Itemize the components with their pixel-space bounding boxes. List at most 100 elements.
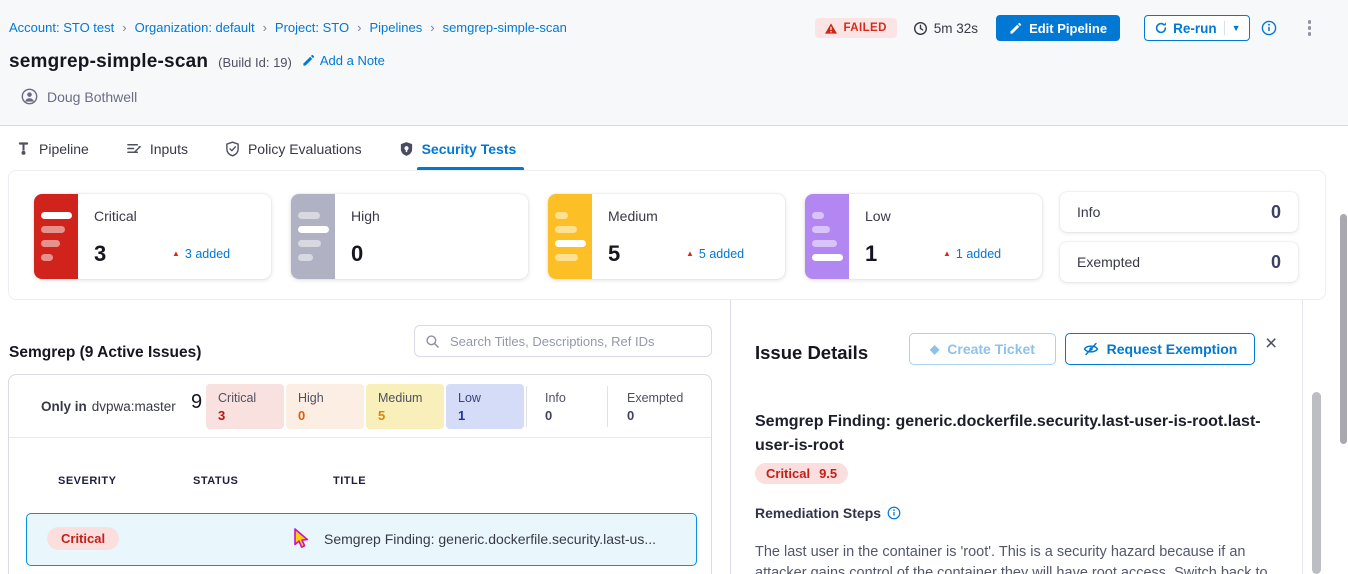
user-name: Doug Bothwell <box>47 89 137 105</box>
search-input[interactable] <box>448 333 701 350</box>
info-icon <box>1261 20 1277 36</box>
triangle-up-icon: ▲ <box>686 249 694 258</box>
high-severity-bars-icon <box>291 194 335 279</box>
page-header: Account: STO test › Organization: defaul… <box>0 0 1348 126</box>
request-exemption-button[interactable]: Request Exemption <box>1065 333 1255 365</box>
severity-card-high[interactable]: High 0 <box>291 194 528 279</box>
issue-row-selected[interactable]: Critical Semgrep Finding: generic.docker… <box>26 513 697 566</box>
severity-card-count: 0 <box>1271 252 1281 273</box>
chevron-down-icon[interactable]: ▼ <box>1224 21 1243 35</box>
breadcrumb-organization[interactable]: Organization: default <box>135 20 255 35</box>
filter-pill-high[interactable]: High 0 <box>286 384 364 429</box>
filter-pill-critical[interactable]: Critical 3 <box>206 384 284 429</box>
issue-row-title: Semgrep Finding: generic.dockerfile.secu… <box>324 531 656 547</box>
more-options-kebab-menu[interactable] <box>1305 17 1315 39</box>
diamond-icon: ◆ <box>930 342 939 356</box>
breadcrumb-pipelines[interactable]: Pipelines <box>369 20 422 35</box>
severity-card-low[interactable]: Low 1 ▲1 added <box>805 194 1042 279</box>
request-exemption-label: Request Exemption <box>1107 341 1238 357</box>
user-icon <box>21 88 38 105</box>
severity-card-label: High <box>351 208 380 224</box>
pill-divider <box>607 386 608 427</box>
pipeline-duration: 5m 32s <box>913 21 978 36</box>
filter-pill-info[interactable]: Info 0 <box>533 384 611 429</box>
refresh-icon <box>1154 21 1168 35</box>
column-header-title: TITLE <box>333 475 366 487</box>
create-ticket-button[interactable]: ◆ Create Ticket <box>909 333 1056 365</box>
severity-card-medium[interactable]: Medium 5 ▲5 added <box>548 194 785 279</box>
column-header-severity: SEVERITY <box>58 475 116 487</box>
breadcrumb-pipeline-name[interactable]: semgrep-simple-scan <box>443 20 567 35</box>
chevron-right-icon: › <box>349 20 369 35</box>
tab-pipeline[interactable]: Pipeline <box>16 127 89 170</box>
severity-card-label: Low <box>865 208 891 224</box>
chevron-right-icon: › <box>422 20 442 35</box>
tab-label: Inputs <box>150 141 188 157</box>
results-section: Semgrep (9 Active Issues) Only indvpwa:m… <box>0 300 1348 574</box>
add-note-link[interactable]: Add a Note <box>302 53 385 68</box>
rerun-button[interactable]: Re-run ▼ <box>1144 15 1249 41</box>
severity-card-added: ▲1 added <box>943 247 1001 261</box>
severity-card-label: Exempted <box>1077 254 1140 270</box>
triggered-by-user: Doug Bothwell <box>21 88 137 105</box>
execution-tabs: Pipeline Inputs Policy Evaluations Secur… <box>0 127 1348 170</box>
search-icon <box>425 334 440 349</box>
severity-card-critical[interactable]: Critical 3 ▲3 added <box>34 194 271 279</box>
severity-card-count: 0 <box>351 241 363 267</box>
tab-label: Pipeline <box>39 141 89 157</box>
pill-divider <box>526 386 527 427</box>
page-scrollbar-thumb[interactable] <box>1340 214 1347 444</box>
rerun-label: Re-run <box>1173 21 1217 36</box>
edit-pipeline-button[interactable]: Edit Pipeline <box>996 15 1120 41</box>
tab-security-tests[interactable]: Security Tests <box>399 127 517 170</box>
status-badge-label: FAILED <box>843 22 886 34</box>
tab-policy-evaluations[interactable]: Policy Evaluations <box>225 127 362 170</box>
info-icon[interactable] <box>887 506 901 520</box>
close-icon[interactable]: × <box>1265 333 1277 354</box>
severity-card-label: Critical <box>94 208 137 224</box>
pipeline-icon <box>16 141 31 156</box>
create-ticket-label: Create Ticket <box>947 341 1035 357</box>
breadcrumb-account[interactable]: Account: STO test <box>9 20 114 35</box>
filter-pill-medium[interactable]: Medium 5 <box>366 384 444 429</box>
remediation-text: The last user in the container is 'root'… <box>755 542 1289 574</box>
only-in-label: Only indvpwa:master <box>41 399 176 414</box>
issues-search-box <box>414 325 712 357</box>
filter-pill-exempted[interactable]: Exempted 0 <box>615 384 693 429</box>
issue-details-title: Issue Details <box>755 342 868 364</box>
issues-filter-row: Only indvpwa:master 9 Critical 3 High 0 … <box>9 375 711 438</box>
triangle-up-icon: ▲ <box>943 249 951 258</box>
severity-card-info[interactable]: Info 0 <box>1060 192 1298 232</box>
finding-severity-badge: Critical 9.5 <box>755 463 848 484</box>
breadcrumb-project[interactable]: Project: STO <box>275 20 349 35</box>
severity-card-added: ▲3 added <box>172 247 230 261</box>
pencil-icon <box>1009 22 1022 35</box>
finding-title: Semgrep Finding: generic.dockerfile.secu… <box>755 410 1295 458</box>
edit-pipeline-label: Edit Pipeline <box>1029 21 1107 36</box>
low-severity-bars-icon <box>805 194 849 279</box>
warning-triangle-icon <box>825 23 837 34</box>
chevron-right-icon: › <box>114 20 134 35</box>
build-id: (Build Id: 19) <box>218 55 292 70</box>
issue-details-panel: Issue Details ◆ Create Ticket Request Ex… <box>730 300 1303 574</box>
info-button[interactable] <box>1261 20 1277 36</box>
finding-severity-score: 9.5 <box>819 466 837 481</box>
triangle-up-icon: ▲ <box>172 249 180 258</box>
severity-card-count: 1 <box>865 241 877 267</box>
inputs-icon <box>126 141 142 156</box>
filter-pill-low[interactable]: Low 1 <box>446 384 524 429</box>
column-header-status: STATUS <box>193 475 238 487</box>
scanner-issues-title: Semgrep (9 Active Issues) <box>9 344 201 362</box>
issues-total-count: 9 <box>191 391 202 414</box>
tab-inputs[interactable]: Inputs <box>126 127 188 170</box>
policy-evaluations-icon <box>225 141 240 157</box>
execution-title-row: semgrep-simple-scan (Build Id: 19) Add a… <box>9 51 385 73</box>
severity-card-exempted[interactable]: Exempted 0 <box>1060 242 1298 282</box>
security-tests-icon <box>399 141 414 157</box>
details-panel-scrollbar-thumb[interactable] <box>1312 392 1321 574</box>
branch-name: dvpwa:master <box>92 399 176 414</box>
critical-severity-bars-icon <box>34 194 78 279</box>
severity-card-label: Info <box>1077 204 1100 220</box>
tab-label: Security Tests <box>422 141 517 157</box>
medium-severity-bars-icon <box>548 194 592 279</box>
